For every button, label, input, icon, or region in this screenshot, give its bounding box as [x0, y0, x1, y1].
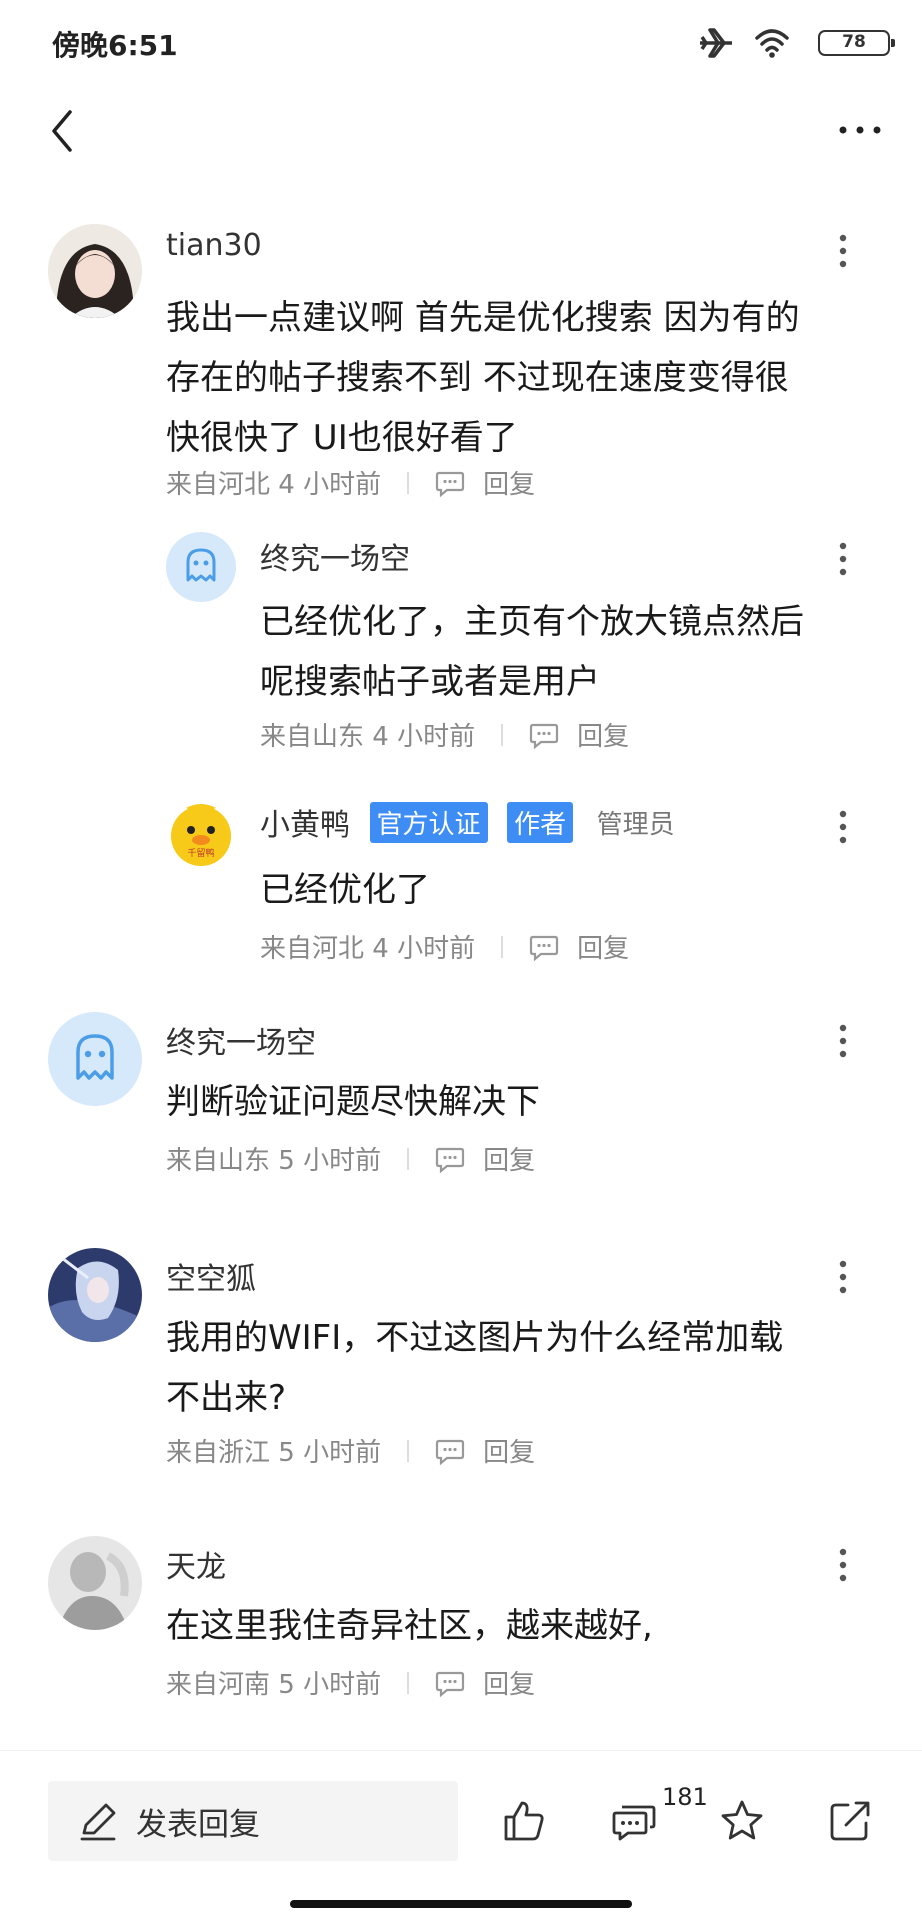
reply-icon[interactable]: [435, 469, 465, 497]
avatar-photo: [48, 224, 142, 318]
ghost-avatar-icon: [76, 1034, 114, 1080]
reply-button[interactable]: 回复: [483, 1140, 535, 1177]
reply-text: 已经优化了，主页有个放大镜点然后呢搜索帖子或者是用户: [260, 602, 804, 702]
more-icon[interactable]: [838, 122, 882, 138]
divider: [407, 1671, 410, 1694]
reply-text: 已经优化了: [260, 870, 430, 910]
comment-meta: 来自浙江 5 小时前 回复: [166, 1432, 535, 1469]
top-bar: [0, 88, 922, 178]
reply-button[interactable]: 回复: [483, 1432, 535, 1469]
more-options-icon[interactable]: [838, 542, 848, 576]
username[interactable]: 终究一场空: [260, 534, 410, 578]
reply-icon[interactable]: [435, 1669, 465, 1697]
reply-input[interactable]: 发表回复: [48, 1781, 458, 1861]
username[interactable]: 终究一场空: [166, 1018, 316, 1062]
location-time: 来自河北 4 小时前: [166, 470, 382, 500]
reply-meta: 来自河北 4 小时前 回复: [260, 928, 629, 965]
reply-input-label: 发表回复: [136, 1806, 260, 1843]
author-badge: 作者: [507, 801, 574, 843]
divider: [407, 1439, 410, 1462]
pen-icon: [80, 1803, 116, 1841]
home-indicator[interactable]: [290, 1900, 632, 1908]
comment-meta: 来自河北 4 小时前 回复: [166, 464, 535, 501]
comment-text: 我用的WIFI，不过这图片为什么经常加载不出来?: [166, 1318, 784, 1418]
share-icon[interactable]: [826, 1797, 874, 1845]
star-icon[interactable]: [718, 1797, 766, 1845]
reply-button[interactable]: 回复: [577, 716, 629, 753]
reply-button[interactable]: 回复: [483, 464, 535, 501]
location-time: 来自山东 4 小时前: [260, 722, 476, 752]
comments-icon[interactable]: [610, 1797, 658, 1845]
reply-icon[interactable]: [529, 933, 559, 961]
verified-badge: 官方认证: [369, 801, 488, 843]
airplane-icon: [700, 28, 732, 58]
avatar-caption: 千留鸭: [187, 847, 214, 859]
username-row: 小黄鸭 官方认证 作者 管理员: [260, 800, 675, 844]
comment-text: 在这里我住奇异社区，越来越好,: [166, 1606, 653, 1646]
comment-meta: 来自河南 5 小时前 回复: [166, 1664, 535, 1701]
avatar[interactable]: [48, 224, 142, 318]
avatar-photo: [48, 1248, 142, 1342]
avatar[interactable]: [48, 1248, 142, 1342]
comment-meta: 来自山东 5 小时前 回复: [166, 1140, 535, 1177]
role-label: 管理员: [596, 809, 675, 840]
battery-icon: 78: [818, 30, 895, 56]
comment-text: 我出一点建议啊 首先是优化搜索 因为有的存在的帖子搜索不到 不过现在速度变得很快…: [166, 298, 800, 458]
location-time: 来自河南 5 小时前: [166, 1670, 382, 1700]
bottom-action-bar: 发表回复 181: [0, 1750, 922, 1920]
avatar[interactable]: [48, 1536, 142, 1630]
location-time: 来自河北 4 小时前: [260, 934, 476, 964]
location-time: 来自浙江 5 小时前: [166, 1438, 382, 1468]
divider: [407, 1147, 410, 1170]
username[interactable]: tian30: [166, 228, 262, 263]
reply-button[interactable]: 回复: [577, 928, 629, 965]
reply-icon[interactable]: [435, 1145, 465, 1173]
comment-count: 181: [662, 1783, 708, 1811]
status-time: 傍晚6:51: [52, 29, 178, 62]
ghost-avatar-icon: [186, 548, 216, 582]
reply-icon[interactable]: [435, 1437, 465, 1465]
more-options-icon[interactable]: [838, 234, 848, 268]
location-time: 来自山东 5 小时前: [166, 1146, 382, 1176]
avatar[interactable]: 千留鸭: [166, 800, 236, 870]
reply-button[interactable]: 回复: [483, 1664, 535, 1701]
avatar[interactable]: [166, 532, 236, 602]
duck-avatar-icon: 千留鸭: [171, 804, 231, 866]
more-options-icon[interactable]: [838, 1548, 848, 1582]
username[interactable]: 小黄鸭: [260, 808, 350, 843]
divider: [501, 723, 504, 746]
avatar-photo: [48, 1536, 142, 1630]
avatar[interactable]: [48, 1012, 142, 1106]
reply-icon[interactable]: [529, 721, 559, 749]
wifi-icon: [755, 29, 789, 58]
comment-text: 判断验证问题尽快解决下: [166, 1082, 540, 1122]
username[interactable]: 空空狐: [166, 1254, 256, 1298]
more-options-icon[interactable]: [838, 810, 848, 844]
divider: [407, 471, 410, 494]
back-icon[interactable]: [44, 106, 80, 156]
thumbs-up-icon[interactable]: [500, 1797, 548, 1845]
more-options-icon[interactable]: [838, 1260, 848, 1294]
status-bar: 傍晚6:51 78: [0, 0, 922, 88]
reply-meta: 来自山东 4 小时前 回复: [260, 716, 629, 753]
username[interactable]: 天龙: [166, 1542, 226, 1586]
status-icons: 78: [660, 26, 895, 60]
more-options-icon[interactable]: [838, 1024, 848, 1058]
divider: [501, 935, 504, 958]
